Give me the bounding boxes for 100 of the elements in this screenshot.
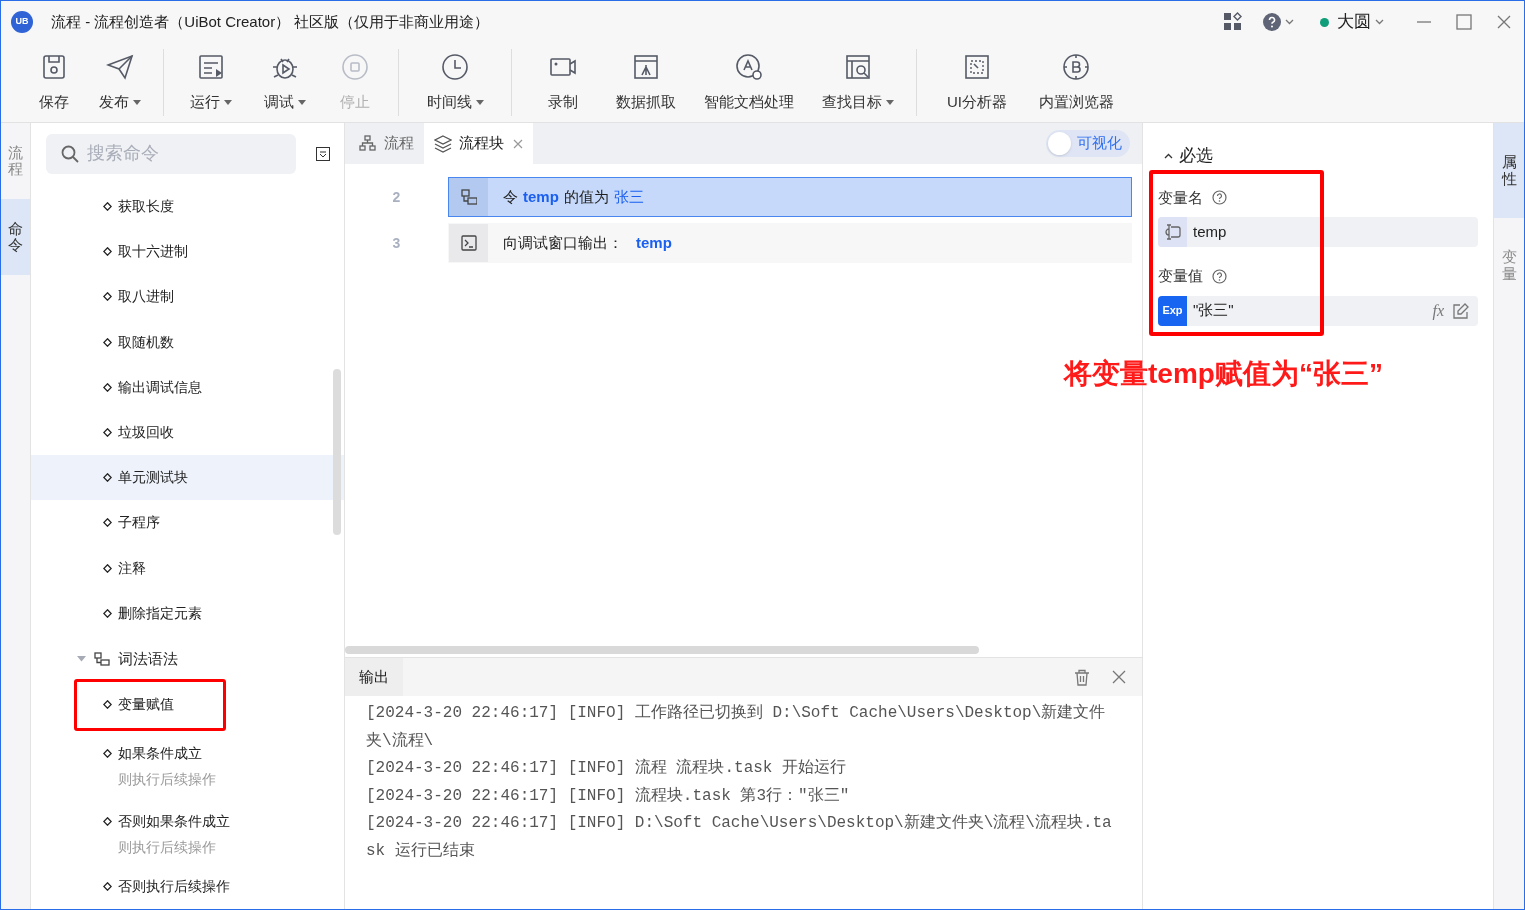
- toolbar-button[interactable]: 数据抓取: [604, 43, 688, 122]
- toolbar-button[interactable]: 查找目标: [810, 43, 906, 122]
- close-icon[interactable]: [513, 138, 523, 149]
- browser-window-icon: [632, 53, 660, 81]
- branch-icon: [460, 189, 477, 205]
- hovered-row[interactable]: 单元测试块: [31, 455, 344, 501]
- diamond-icon: [103, 473, 112, 483]
- toolbar-button[interactable]: UI分析器: [927, 43, 1027, 122]
- diamond-icon: [103, 700, 112, 710]
- help-icon[interactable]: [1212, 190, 1227, 206]
- group-label[interactable]: 词法语法: [118, 647, 178, 671]
- output-tab[interactable]: 输出: [345, 658, 403, 696]
- save-icon: [40, 53, 68, 81]
- command-label[interactable]: 删除指定元素: [118, 602, 202, 624]
- chevron-icon: [1375, 19, 1384, 25]
- diamond-icon: [103, 337, 112, 347]
- command-label[interactable]: 变量赋值: [118, 694, 174, 716]
- close-icon[interactable]: [1112, 670, 1126, 684]
- branch-icon: [94, 651, 110, 666]
- run-icon: [197, 53, 225, 81]
- toolbar-button[interactable]: 发布: [87, 43, 153, 122]
- diamond-icon: [103, 247, 112, 257]
- section-title[interactable]: 必选: [1179, 143, 1213, 169]
- command-subtitle: 则执行后续操作: [117, 769, 216, 789]
- toolbar-button[interactable]: 内置浏览器: [1027, 43, 1125, 122]
- toolbar-button[interactable]: 智能文档处理: [688, 43, 810, 122]
- trash-icon[interactable]: [1074, 668, 1090, 686]
- stop-icon: [341, 53, 369, 81]
- log-line: [2024-3-20 22:46:17] [INFO] 工作路径已切换到 D:\Soft Cache\Users\Desktop\新建文件夹\流程\: [366, 702, 1107, 752]
- editor-tab[interactable]: 流程: [349, 123, 424, 164]
- dashed-frame-icon: [963, 53, 991, 81]
- field-label: 变量名: [1158, 187, 1203, 208]
- toolbar-button[interactable]: 录制: [522, 43, 604, 122]
- diamond-icon: [103, 608, 112, 618]
- diamond-icon: [103, 202, 112, 212]
- log-line: [2024-3-20 22:46:17] [INFO] D:\Soft Cache\Users\Desktop\新建文件夹\流程\流程块.task 运行已结束: [366, 812, 1113, 862]
- field-label: 变量值: [1158, 266, 1203, 286]
- close-icon[interactable]: [1496, 14, 1512, 30]
- search-icon: [61, 144, 79, 163]
- edit-icon[interactable]: [1453, 302, 1469, 319]
- chevron-up-icon[interactable]: [1164, 152, 1173, 159]
- diamond-icon: [103, 428, 112, 438]
- user-name[interactable]: 大圆: [1337, 9, 1371, 35]
- log-line: [2024-3-20 22:46:17] [INFO] 流程块.task 第3行："张三": [366, 785, 851, 807]
- help-icon[interactable]: [1212, 268, 1227, 284]
- code-block[interactable]: 令 temp 的值为 张三: [448, 177, 1132, 217]
- function-button[interactable]: fx: [1432, 298, 1444, 323]
- log-line: [2024-3-20 22:46:17] [INFO] 流程 流程块.task 开始运行: [366, 757, 848, 779]
- command-label[interactable]: 单元测试块: [118, 467, 188, 489]
- editor-tab[interactable]: 流程块: [424, 123, 533, 164]
- toolbar-button[interactable]: 保存: [21, 43, 87, 122]
- clock-icon: [441, 53, 469, 81]
- command-label[interactable]: 否则执行后续操作: [118, 875, 230, 897]
- code-text: temp: [523, 186, 559, 207]
- command-label[interactable]: 取十六进制: [118, 241, 188, 263]
- diamond-icon: [103, 748, 112, 758]
- side-tab[interactable]: 变量: [1494, 218, 1524, 313]
- variable-icon: [1164, 224, 1181, 240]
- toolbar-button[interactable]: 运行: [174, 43, 248, 122]
- hierarchy-icon: [359, 134, 377, 153]
- command-label[interactable]: 获取长度: [118, 196, 174, 218]
- input-field[interactable]: Exp "张三" fx: [1158, 295, 1478, 326]
- command-label[interactable]: 输出调试信息: [118, 376, 202, 398]
- scrollbar-thumb[interactable]: [345, 646, 979, 654]
- triangle-down-icon[interactable]: [77, 654, 86, 664]
- command-label[interactable]: 取随机数: [118, 331, 174, 353]
- apps-icon[interactable]: [1223, 12, 1243, 32]
- command-label[interactable]: 注释: [118, 557, 146, 579]
- diamond-icon: [103, 518, 112, 528]
- window-search-icon: [844, 53, 872, 81]
- toolbar-button[interactable]: 调试: [248, 43, 322, 122]
- command-label[interactable]: 否则如果条件成立: [118, 810, 230, 832]
- code-text: 向调试窗口输出：: [503, 232, 623, 253]
- toolbar-button[interactable]: 时间线: [409, 43, 501, 122]
- diamond-icon: [103, 816, 112, 826]
- line-number: 2: [391, 187, 402, 207]
- code-text: temp: [636, 232, 672, 253]
- diamond-icon: [103, 382, 112, 392]
- command-label[interactable]: 取八进制: [118, 286, 174, 308]
- code-block[interactable]: 向调试窗口输出： temp: [448, 223, 1132, 263]
- help-icon[interactable]: [1263, 13, 1281, 31]
- code-text: 令: [503, 186, 518, 207]
- maximize-icon[interactable]: [1456, 14, 1472, 30]
- side-tab[interactable]: 命令: [1, 199, 30, 275]
- command-label[interactable]: 垃圾回收: [118, 422, 174, 444]
- command-label[interactable]: 如果条件成立: [118, 742, 202, 764]
- code-text: 的值为: [563, 186, 609, 207]
- input-field[interactable]: temp: [1158, 217, 1478, 247]
- annotation-text: 将变量temp赋值为“张三”: [1064, 357, 1383, 391]
- paper-plane-icon: [106, 53, 134, 81]
- code-text: 张三: [613, 186, 644, 207]
- collapse-icon[interactable]: [316, 146, 330, 161]
- command-subtitle: 则执行后续操作: [117, 837, 217, 857]
- search-field[interactable]: 搜索命令: [46, 133, 296, 174]
- chevron-icon: [1285, 19, 1294, 25]
- visual-toggle[interactable]: 可视化: [1046, 130, 1130, 157]
- side-tab[interactable]: 属性: [1494, 123, 1524, 218]
- terminal-icon: [460, 235, 477, 251]
- command-label[interactable]: 子程序: [118, 512, 160, 534]
- scrollbar-thumb[interactable]: [333, 369, 341, 535]
